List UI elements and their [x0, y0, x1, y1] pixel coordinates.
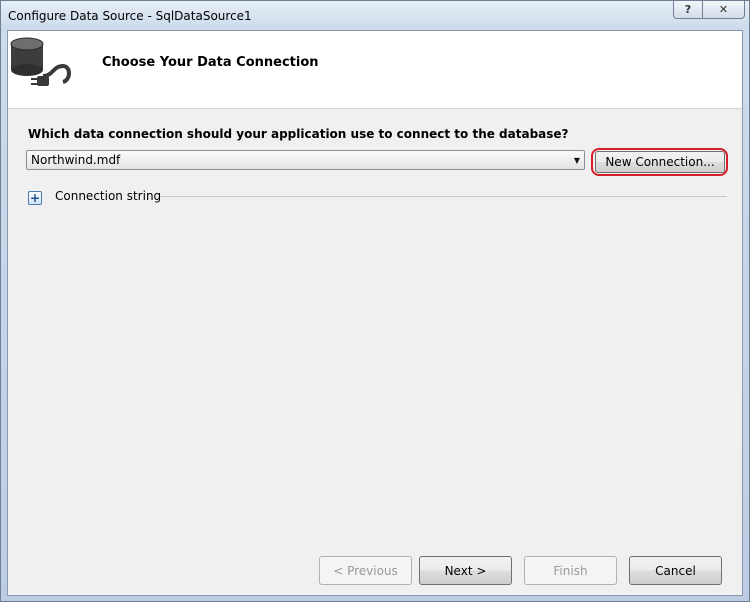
page-title: Choose Your Data Connection — [102, 55, 319, 70]
next-button[interactable]: Next > — [419, 556, 512, 585]
data-connection-select[interactable]: Northwind.mdf ▼ — [26, 150, 585, 170]
title-bar[interactable]: Configure Data Source - SqlDataSource1 ?… — [1, 1, 749, 30]
help-button[interactable]: ? — [673, 1, 703, 19]
connection-question-label: Which data connection should your applic… — [28, 127, 569, 141]
window-title: Configure Data Source - SqlDataSource1 — [8, 9, 252, 23]
expand-connection-string-button[interactable]: + — [28, 191, 42, 205]
title-bar-buttons: ? ✕ — [673, 1, 745, 19]
database-connection-icon — [10, 37, 71, 86]
wizard-header: Choose Your Data Connection — [8, 31, 742, 109]
previous-button[interactable]: < Previous — [319, 556, 412, 585]
connection-string-label: Connection string — [55, 189, 162, 203]
cancel-button[interactable]: Cancel — [629, 556, 722, 585]
connection-string-divider — [161, 196, 727, 197]
close-button[interactable]: ✕ — [703, 1, 745, 19]
new-connection-button[interactable]: New Connection... — [595, 151, 725, 173]
data-connection-value: Northwind.mdf — [31, 153, 121, 167]
chevron-down-icon[interactable]: ▼ — [570, 156, 584, 165]
finish-button[interactable]: Finish — [524, 556, 617, 585]
dialog-window: Configure Data Source - SqlDataSource1 ?… — [0, 0, 750, 602]
dialog-body: Choose Your Data Connection Which data c… — [7, 30, 743, 596]
